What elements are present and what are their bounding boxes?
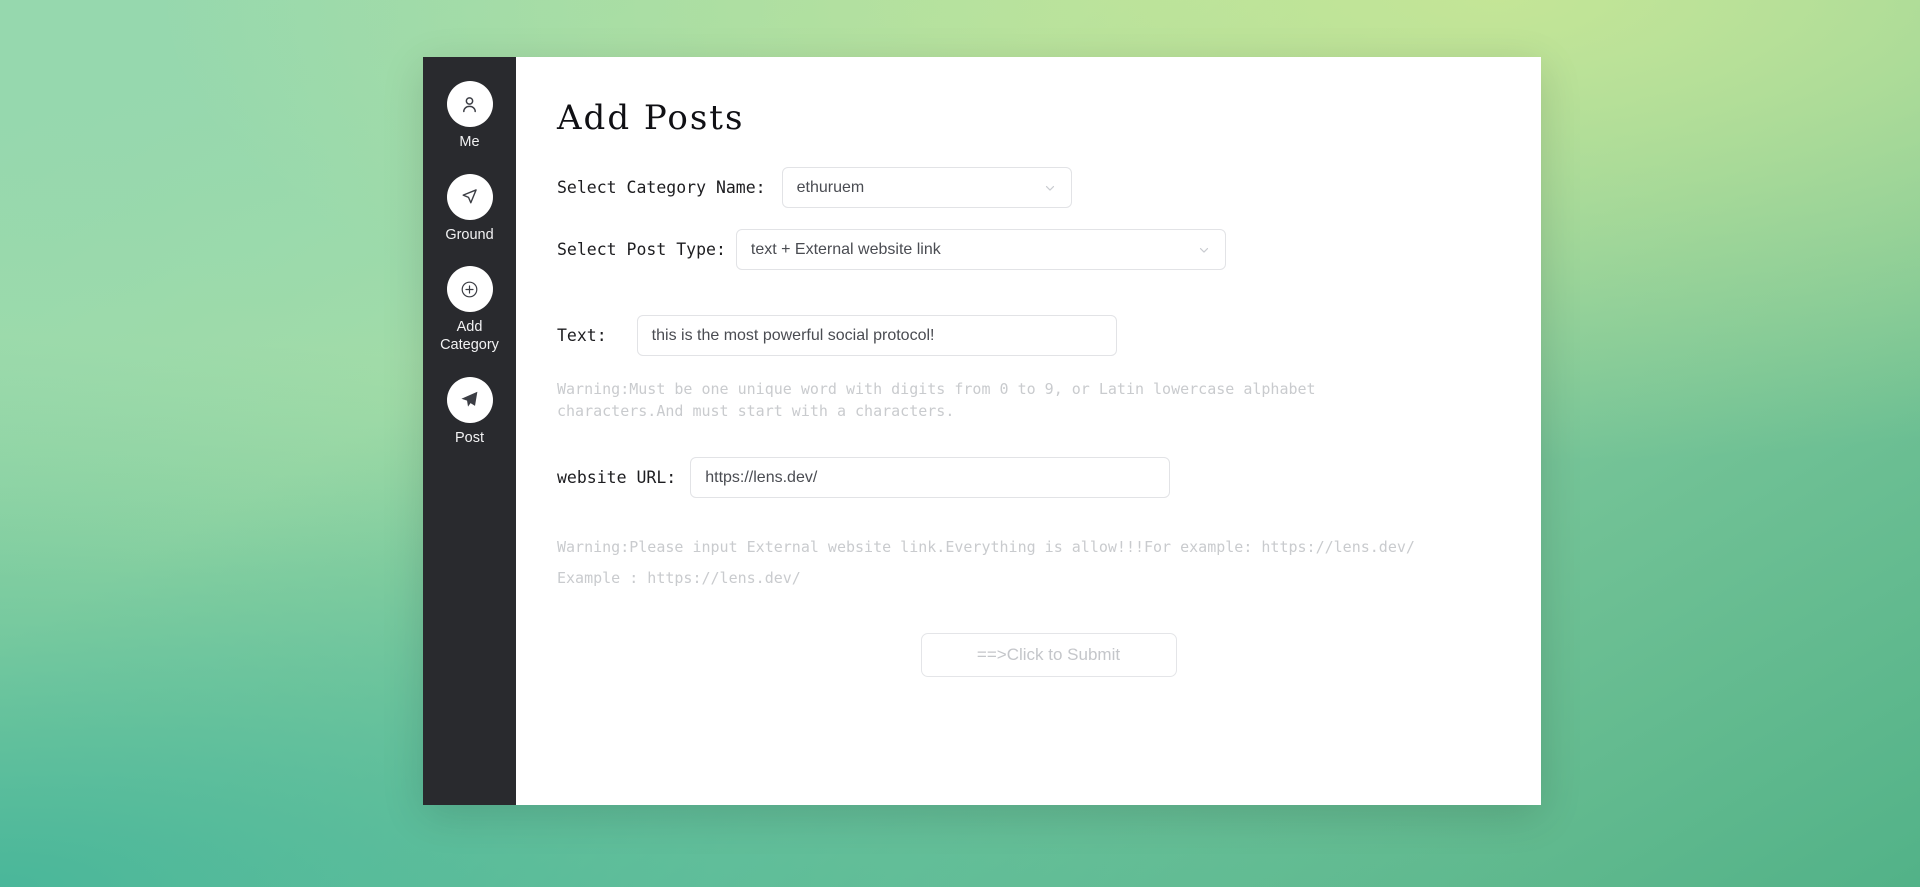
post-type-label: Select Post Type: <box>557 240 726 259</box>
field-row-website-url: website URL: https://lens.dev/ <box>557 457 1171 498</box>
category-select-value: ethuruem <box>796 178 865 196</box>
plus-circle-icon <box>446 266 493 313</box>
sidebar-item-label: Me <box>459 134 480 150</box>
sidebar-item-ground[interactable]: Ground <box>423 173 516 245</box>
website-url-input[interactable]: https://lens.dev/ <box>690 457 1171 498</box>
field-row-text: Text: this is the most powerful social p… <box>557 315 1117 356</box>
website-url-warning-line2: Example : https://lens.dev/ <box>557 568 801 587</box>
text-label: Text: <box>557 326 607 345</box>
app-window: Me Ground Add Category Post Add Posts Se… <box>423 57 1541 805</box>
sidebar-item-label: Ground <box>445 226 494 243</box>
post-type-select[interactable]: text + External website link <box>735 229 1226 270</box>
website-url-warning-line1: Warning:Please input External website li… <box>557 538 1415 556</box>
category-label: Select Category Name: <box>557 178 766 197</box>
sidebar-item-add-category[interactable]: Add Category <box>423 266 516 354</box>
field-row-post-type: Select Post Type: text + External websit… <box>557 229 1226 270</box>
text-input[interactable]: this is the most powerful social protoco… <box>636 315 1117 356</box>
submit-button[interactable]: ==>Click to Submit <box>920 633 1177 677</box>
text-input-value: this is the most powerful social protoco… <box>651 326 935 344</box>
main-content: Add Posts Select Category Name: ethuruem… <box>516 57 1541 805</box>
website-url-input-value: https://lens.dev/ <box>705 468 818 486</box>
website-url-label: website URL: <box>557 468 677 487</box>
user-icon <box>446 81 493 127</box>
sidebar-item-post[interactable]: Post <box>423 376 516 448</box>
sidebar-item-me[interactable]: Me <box>423 81 516 152</box>
sidebar-item-label: Post <box>454 429 484 446</box>
sidebar-item-label: Add Category <box>440 319 499 354</box>
chevron-down-icon <box>1043 181 1057 195</box>
text-warning: Warning:Must be one unique word with dig… <box>557 380 1316 420</box>
chevron-down-icon <box>1197 243 1211 257</box>
send-plane-icon <box>446 376 493 423</box>
sidebar: Me Ground Add Category Post <box>423 57 516 805</box>
post-type-select-value: text + External website link <box>750 240 941 258</box>
page-title: Add Posts <box>557 98 745 138</box>
field-row-category: Select Category Name: ethuruem <box>557 167 1072 208</box>
website-url-warning: Warning:Please input External website li… <box>557 537 1541 590</box>
category-select[interactable]: ethuruem <box>781 167 1072 208</box>
navigation-arrow-icon <box>446 173 493 220</box>
submit-area: ==>Click to Submit <box>516 633 1541 677</box>
